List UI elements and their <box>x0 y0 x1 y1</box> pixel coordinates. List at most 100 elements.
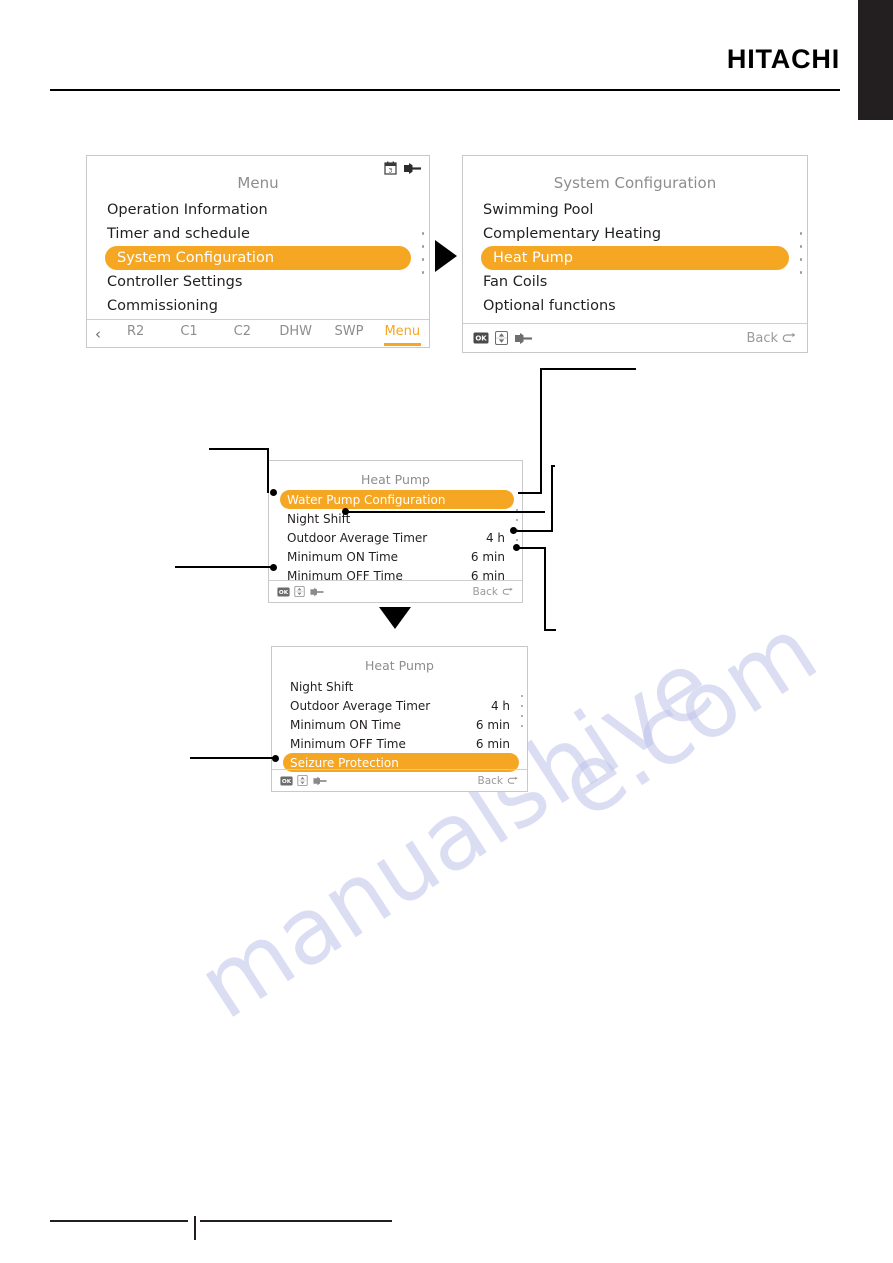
heat-pump-bottom-scrollbar[interactable] <box>521 695 523 727</box>
menu-item-minimum-off-time[interactable]: Minimum OFF Time 6 min <box>272 734 527 753</box>
connector-l2-h <box>175 566 273 568</box>
menu-item-value: 4 h <box>485 530 505 545</box>
heat-pump-top-list: Water Pump Configuration Night Shift Out… <box>269 490 522 585</box>
ok-icon[interactable]: OK <box>280 776 293 786</box>
heat-pump-bottom-list: Night Shift Outdoor Average Timer 4 h Mi… <box>272 677 527 772</box>
connector-6min-v <box>544 547 546 631</box>
watermark: e.com manualshive <box>120 330 835 1040</box>
menu-item-fan-coils[interactable]: Fan Coils <box>463 270 807 294</box>
back-button[interactable]: Back <box>473 586 515 598</box>
connector-l1-v <box>267 448 269 493</box>
wrench-icon[interactable] <box>313 776 327 786</box>
screen-heat-pump-top-title: Heat Pump <box>361 472 430 487</box>
back-button[interactable]: Back <box>746 331 797 346</box>
tab-menu[interactable]: Menu <box>376 324 429 346</box>
wrench-icon[interactable] <box>515 332 532 345</box>
menu-item-label: Operation Information <box>107 202 268 218</box>
menu-item-complementary-heating[interactable]: Complementary Heating <box>463 222 807 246</box>
menu-item-outdoor-average-timer[interactable]: Outdoor Average Timer 4 h <box>269 528 522 547</box>
ok-icon[interactable]: OK <box>277 587 290 597</box>
updown-icon[interactable] <box>294 586 305 597</box>
menu-item-label: Minimum ON Time <box>290 717 402 732</box>
menu-item-label: Fan Coils <box>483 274 548 290</box>
tab-swp[interactable]: SWP <box>322 324 375 343</box>
connector-4h-cap <box>551 465 555 467</box>
tab-c1[interactable]: C1 <box>162 324 215 343</box>
system-configuration-bottom-bar: OK Back <box>463 323 807 352</box>
connector-r1-v <box>540 368 542 494</box>
screen-system-configuration: System Configuration Swimming Pool Compl… <box>462 155 808 353</box>
connector-6min-cap <box>544 629 556 631</box>
back-label: Back <box>472 585 499 598</box>
menu-item-commissioning[interactable]: Commissioning <box>87 294 429 318</box>
system-configuration-scrollbar[interactable] <box>799 232 802 274</box>
menu-scrollbar[interactable] <box>421 232 424 274</box>
menu-item-label: Outdoor Average Timer <box>290 698 431 713</box>
menu-item-system-configuration[interactable]: System Configuration <box>105 246 411 270</box>
menu-item-label: Commissioning <box>107 298 218 314</box>
tab-dhw[interactable]: DHW <box>269 324 322 343</box>
footer-rule-left <box>50 1220 188 1222</box>
menu-item-outdoor-average-timer[interactable]: Outdoor Average Timer 4 h <box>272 696 527 715</box>
screen-menu: 3 Menu Operation Information Timer and s… <box>86 155 430 348</box>
tab-r2[interactable]: R2 <box>109 324 162 343</box>
schedule-icon[interactable]: 3 <box>384 161 397 175</box>
flow-arrow-down <box>379 607 411 629</box>
menu-header-icons: 3 <box>384 161 421 175</box>
connector-nightshift-dot <box>342 508 349 515</box>
back-label: Back <box>477 774 504 787</box>
menu-item-minimum-on-time[interactable]: Minimum ON Time 6 min <box>269 547 522 566</box>
connector-4h-dot <box>510 527 517 534</box>
menu-item-label: Night Shift <box>287 511 351 526</box>
header-rule <box>50 89 840 91</box>
back-arrow-icon <box>502 587 514 597</box>
back-arrow-icon <box>782 332 797 345</box>
menu-item-label: Night Shift <box>290 679 354 694</box>
back-label: Back <box>746 330 778 346</box>
screen-menu-title: Menu <box>237 174 279 192</box>
connector-l1-dot <box>270 489 277 496</box>
menu-item-value: 6 min <box>470 549 505 564</box>
svg-text:OK: OK <box>475 335 487 343</box>
wrench-icon[interactable] <box>404 162 421 175</box>
footer-rule-right <box>200 1220 392 1222</box>
connector-l3-dot <box>272 755 279 762</box>
heat-pump-bottom-bottom-bar: OK Back <box>272 769 527 791</box>
flow-arrow-right <box>435 240 457 272</box>
connector-l1-h <box>209 448 269 450</box>
updown-icon[interactable] <box>297 775 308 786</box>
menu-item-controller-settings[interactable]: Controller Settings <box>87 270 429 294</box>
tab-c2[interactable]: C2 <box>216 324 269 343</box>
connector-4h-v <box>551 465 553 532</box>
ok-icon[interactable]: OK <box>473 332 489 344</box>
system-configuration-list: Swimming Pool Complementary Heating Heat… <box>463 198 807 318</box>
connector-4h-h <box>513 530 553 532</box>
svg-text:OK: OK <box>279 590 289 596</box>
hitachi-logo: HITACHI <box>726 44 840 74</box>
menu-item-minimum-on-time[interactable]: Minimum ON Time 6 min <box>272 715 527 734</box>
menu-item-operation-information[interactable]: Operation Information <box>87 198 429 222</box>
back-arrow-icon <box>507 776 519 786</box>
menu-item-optional-functions[interactable]: Optional functions <box>463 294 807 318</box>
menu-item-heat-pump[interactable]: Heat Pump <box>481 246 789 270</box>
heat-pump-top-bottom-bar: OK Back <box>269 580 522 602</box>
menu-item-label: Complementary Heating <box>483 226 662 242</box>
back-button[interactable]: Back <box>478 775 520 787</box>
menu-item-timer-and-schedule[interactable]: Timer and schedule <box>87 222 429 246</box>
connector-l3-h <box>190 757 275 759</box>
connector-r1-tip <box>518 492 542 494</box>
updown-icon[interactable] <box>495 331 508 345</box>
menu-item-water-pump-configuration[interactable]: Water Pump Configuration <box>280 490 514 509</box>
menu-item-value: 4 h <box>490 698 510 713</box>
menu-item-swimming-pool[interactable]: Swimming Pool <box>463 198 807 222</box>
heat-pump-top-scrollbar[interactable] <box>516 509 518 541</box>
screen-heat-pump-bottom-title: Heat Pump <box>365 658 434 673</box>
footer-divider <box>194 1216 196 1240</box>
watermark-line-1: e.com <box>540 596 836 840</box>
screen-heat-pump-top: Heat Pump Water Pump Configuration Night… <box>268 460 523 603</box>
menu-item-night-shift[interactable]: Night Shift <box>272 677 527 696</box>
tab-back-arrow[interactable]: ‹ <box>87 325 109 343</box>
connector-r1-h <box>540 368 636 370</box>
menu-item-label: Timer and schedule <box>107 226 250 242</box>
wrench-icon[interactable] <box>310 587 324 597</box>
